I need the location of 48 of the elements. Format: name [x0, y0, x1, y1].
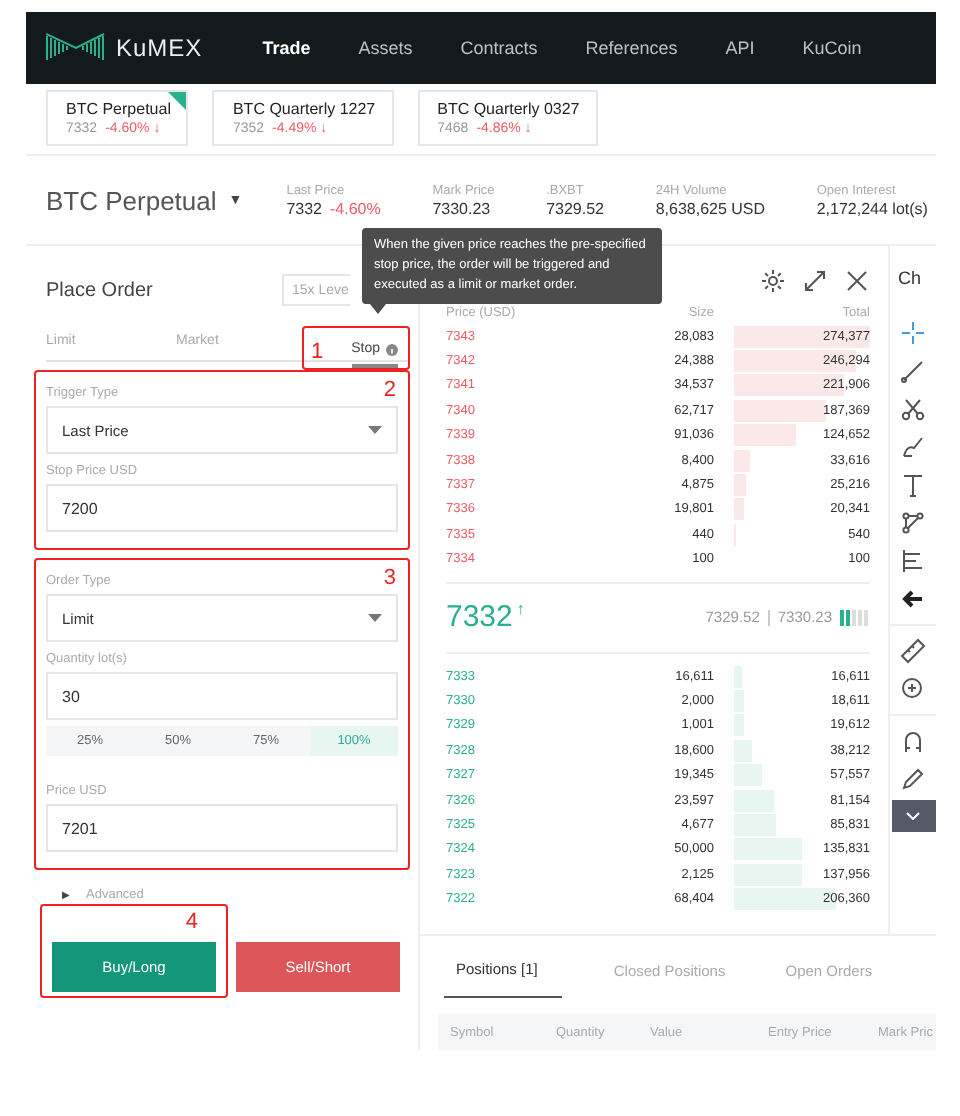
- expand-icon[interactable]: [802, 267, 828, 293]
- last-price: 7332: [446, 600, 513, 635]
- chevron-icon: [906, 812, 920, 820]
- stat-value: 2,172,244 lot(s): [816, 199, 928, 217]
- logo-text: KuMEX: [116, 34, 203, 62]
- nodes-icon[interactable]: [900, 510, 926, 536]
- settings-icon[interactable]: [760, 267, 786, 293]
- input-field[interactable]: 7201: [46, 804, 398, 852]
- input-field[interactable]: 30: [46, 672, 398, 720]
- close-icon[interactable]: [844, 267, 870, 293]
- caret-icon: [368, 614, 382, 622]
- line-icon[interactable]: [900, 358, 926, 384]
- annotation-number: 2: [383, 378, 396, 402]
- signal-bars-icon: [840, 609, 870, 626]
- caret-icon: [368, 426, 382, 434]
- annotation-number: 1: [310, 339, 324, 363]
- price-change: -4.60%: [330, 199, 381, 217]
- crosshair-icon[interactable]: [900, 320, 926, 346]
- nav-link[interactable]: Trade: [262, 38, 311, 58]
- stat-value: 7329.52: [546, 199, 604, 217]
- nav-link[interactable]: API: [725, 38, 755, 58]
- annotation-number: 4: [185, 910, 198, 934]
- nav-link[interactable]: Contracts: [460, 38, 538, 58]
- pencil-icon[interactable]: [900, 766, 926, 792]
- text-icon[interactable]: [900, 472, 926, 498]
- nav-link[interactable]: References: [585, 38, 678, 58]
- up-arrow-icon: ↑: [516, 600, 525, 619]
- contract-name[interactable]: BTC Perpetual: [46, 185, 217, 215]
- align-icon[interactable]: [900, 548, 926, 574]
- nav-link[interactable]: Assets: [358, 38, 413, 58]
- panel-title: Place Order: [46, 279, 153, 301]
- info-icon: [386, 343, 398, 355]
- logo-icon: [46, 32, 106, 64]
- stat-value: 7330.23: [432, 199, 491, 217]
- annotation-number: 3: [383, 566, 396, 590]
- stat-value: 8,638,625 USD: [655, 199, 766, 217]
- magnet-icon[interactable]: [900, 728, 926, 754]
- ruler-icon[interactable]: [900, 638, 926, 664]
- input-field[interactable]: 7200: [46, 484, 398, 532]
- back-arrow-icon[interactable]: [900, 586, 926, 612]
- panel-title: Ch: [896, 268, 922, 288]
- scissors-icon[interactable]: [900, 396, 926, 422]
- brush-icon[interactable]: [900, 434, 926, 460]
- zoom-in-icon[interactable]: [900, 676, 926, 702]
- stat-value: 7332: [286, 199, 322, 217]
- tooltip-pointer: [370, 304, 386, 314]
- nav-link[interactable]: KuCoin: [802, 38, 862, 58]
- scroll-down-button[interactable]: [891, 800, 935, 832]
